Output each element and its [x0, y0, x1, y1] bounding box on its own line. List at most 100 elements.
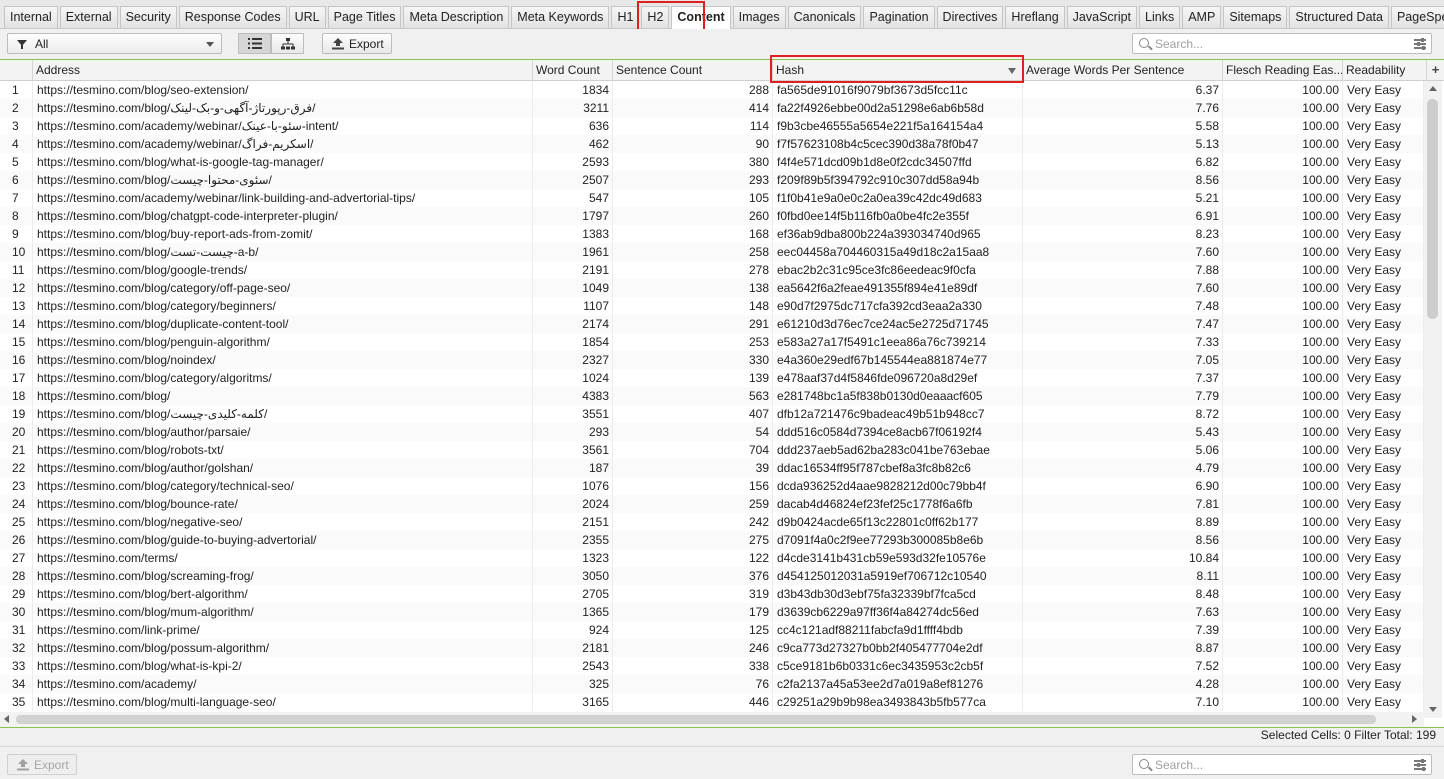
address-cell[interactable]: https://tesmino.com/blog/	[33, 387, 533, 405]
table-row[interactable]: 13 https://tesmino.com/blog/category/begi…	[0, 297, 1424, 315]
flesch-cell[interactable]: 100.00	[1223, 387, 1343, 405]
hash-cell[interactable]: fa565de91016f9079bf3673d5fcc11c	[773, 81, 1023, 99]
hash-cell[interactable]: ebac2b2c31c95ce3fc86eedeac9f0cfa	[773, 261, 1023, 279]
table-row[interactable]: 11 https://tesmino.com/blog/google-trends…	[0, 261, 1424, 279]
word-count-cell[interactable]: 325	[533, 675, 613, 693]
word-count-cell[interactable]: 2543	[533, 657, 613, 675]
table-row[interactable]: 31 https://tesmino.com/link-prime/924 125 c…	[0, 621, 1424, 639]
tab-security[interactable]: Security	[119, 6, 177, 28]
flesch-cell[interactable]: 100.00	[1223, 153, 1343, 171]
readability-cell[interactable]: Very Easy	[1343, 261, 1424, 279]
flesch-cell[interactable]: 100.00	[1223, 549, 1343, 567]
address-cell[interactable]: https://tesmino.com/blog/category/algori…	[33, 369, 533, 387]
address-cell[interactable]: https://tesmino.com/blog/screaming-frog/	[33, 567, 533, 585]
hash-cell[interactable]: d9b0424acde65f13c22801c0ff62b177	[773, 513, 1023, 531]
word-count-cell[interactable]: 2181	[533, 639, 613, 657]
address-cell[interactable]: https://tesmino.com/blog/bert-algorithm/	[33, 585, 533, 603]
word-count-cell[interactable]: 2355	[533, 531, 613, 549]
hash-cell[interactable]: f209f89b5f394792c910c307dd58a94b	[773, 171, 1023, 189]
address-cell[interactable]: https://tesmino.com/academy/webinar/سئو-…	[33, 117, 533, 135]
word-count-cell[interactable]: 2327	[533, 351, 613, 369]
word-count-cell[interactable]: 4383	[533, 387, 613, 405]
scroll-right-icon[interactable]	[1412, 715, 1417, 723]
add-column-icon[interactable]: +	[1427, 60, 1444, 81]
table-row[interactable]: 3 https://tesmino.com/academy/webinar/سئو…	[0, 117, 1424, 135]
table-row[interactable]: 10 https://tesmino.com/blog/چیست-تست-a-b/…	[0, 243, 1424, 261]
readability-cell[interactable]: Very Easy	[1343, 189, 1424, 207]
row-number[interactable]: 32	[0, 639, 33, 657]
address-cell[interactable]: https://tesmino.com/academy/	[33, 675, 533, 693]
filter-dropdown[interactable]: All	[7, 33, 222, 54]
row-number[interactable]: 14	[0, 315, 33, 333]
readability-cell[interactable]: Very Easy	[1343, 603, 1424, 621]
avg-words-cell[interactable]: 6.37	[1023, 81, 1223, 99]
table-row[interactable]: 15 https://tesmino.com/blog/penguin-algor…	[0, 333, 1424, 351]
table-row[interactable]: 28 https://tesmino.com/blog/screaming-fro…	[0, 567, 1424, 585]
table-row[interactable]: 19 https://tesmino.com/blog/کلمه-کلیدی-چی…	[0, 405, 1424, 423]
sentence-count-cell[interactable]: 179	[613, 603, 773, 621]
sentence-count-cell[interactable]: 330	[613, 351, 773, 369]
word-count-cell[interactable]: 3050	[533, 567, 613, 585]
flesch-cell[interactable]: 100.00	[1223, 351, 1343, 369]
flesch-cell[interactable]: 100.00	[1223, 171, 1343, 189]
flesch-cell[interactable]: 100.00	[1223, 207, 1343, 225]
word-count-cell[interactable]: 3561	[533, 441, 613, 459]
address-cell[interactable]: https://tesmino.com/academy/webinar/link…	[33, 189, 533, 207]
row-number[interactable]: 13	[0, 297, 33, 315]
word-count-cell[interactable]: 1323	[533, 549, 613, 567]
flesch-cell[interactable]: 100.00	[1223, 333, 1343, 351]
sentence-count-cell[interactable]: 253	[613, 333, 773, 351]
table-row[interactable]: 30 https://tesmino.com/blog/mum-algorithm…	[0, 603, 1424, 621]
row-number[interactable]: 25	[0, 513, 33, 531]
horizontal-scroll-thumb[interactable]	[16, 715, 1376, 724]
avg-words-cell[interactable]: 4.28	[1023, 675, 1223, 693]
row-number[interactable]: 6	[0, 171, 33, 189]
flesch-cell[interactable]: 100.00	[1223, 603, 1343, 621]
header-hash[interactable]: Hash	[773, 60, 1023, 81]
sentence-count-cell[interactable]: 291	[613, 315, 773, 333]
vertical-scrollbar[interactable]	[1424, 81, 1442, 718]
table-row[interactable]: 9 https://tesmino.com/blog/buy-report-ads…	[0, 225, 1424, 243]
sentence-count-cell[interactable]: 259	[613, 495, 773, 513]
hash-cell[interactable]: d454125012031a5919ef706712c10540	[773, 567, 1023, 585]
avg-words-cell[interactable]: 5.13	[1023, 135, 1223, 153]
hash-cell[interactable]: fa22f4926ebbe00d2a51298e6ab6b58d	[773, 99, 1023, 117]
avg-words-cell[interactable]: 7.39	[1023, 621, 1223, 639]
lower-search-input[interactable]	[1155, 757, 1405, 772]
row-number[interactable]: 17	[0, 369, 33, 387]
avg-words-cell[interactable]: 7.52	[1023, 657, 1223, 675]
readability-cell[interactable]: Very Easy	[1343, 81, 1424, 99]
hash-cell[interactable]: c5ce9181b6b0331c6ec3435953c2cb5f	[773, 657, 1023, 675]
readability-cell[interactable]: Very Easy	[1343, 513, 1424, 531]
hash-cell[interactable]: ef36ab9dba800b224a393034740d965	[773, 225, 1023, 243]
tab-links[interactable]: Links	[1139, 6, 1181, 28]
readability-cell[interactable]: Very Easy	[1343, 567, 1424, 585]
flesch-cell[interactable]: 100.00	[1223, 261, 1343, 279]
row-number[interactable]: 34	[0, 675, 33, 693]
table-row[interactable]: 23 https://tesmino.com/blog/category/tech…	[0, 477, 1424, 495]
table-row[interactable]: 1 https://tesmino.com/blog/seo-extension/…	[0, 81, 1424, 99]
sentence-count-cell[interactable]: 125	[613, 621, 773, 639]
row-number[interactable]: 12	[0, 279, 33, 297]
filter-settings-icon[interactable]	[1414, 759, 1426, 771]
word-count-cell[interactable]: 1024	[533, 369, 613, 387]
flesch-cell[interactable]: 100.00	[1223, 189, 1343, 207]
sentence-count-cell[interactable]: 139	[613, 369, 773, 387]
readability-cell[interactable]: Very Easy	[1343, 117, 1424, 135]
row-number[interactable]: 15	[0, 333, 33, 351]
word-count-cell[interactable]: 2174	[533, 315, 613, 333]
row-number[interactable]: 22	[0, 459, 33, 477]
sentence-count-cell[interactable]: 246	[613, 639, 773, 657]
avg-words-cell[interactable]: 7.10	[1023, 693, 1223, 711]
address-cell[interactable]: https://tesmino.com/blog/seo-extension/	[33, 81, 533, 99]
word-count-cell[interactable]: 3165	[533, 693, 613, 711]
readability-cell[interactable]: Very Easy	[1343, 171, 1424, 189]
sentence-count-cell[interactable]: 242	[613, 513, 773, 531]
word-count-cell[interactable]: 2151	[533, 513, 613, 531]
table-row[interactable]: 5 https://tesmino.com/blog/what-is-google…	[0, 153, 1424, 171]
tab-pagination[interactable]: Pagination	[863, 6, 935, 28]
avg-words-cell[interactable]: 8.89	[1023, 513, 1223, 531]
hash-cell[interactable]: f4f4e571dcd09b1d8e0f2cdc34507ffd	[773, 153, 1023, 171]
avg-words-cell[interactable]: 5.58	[1023, 117, 1223, 135]
flesch-cell[interactable]: 100.00	[1223, 405, 1343, 423]
